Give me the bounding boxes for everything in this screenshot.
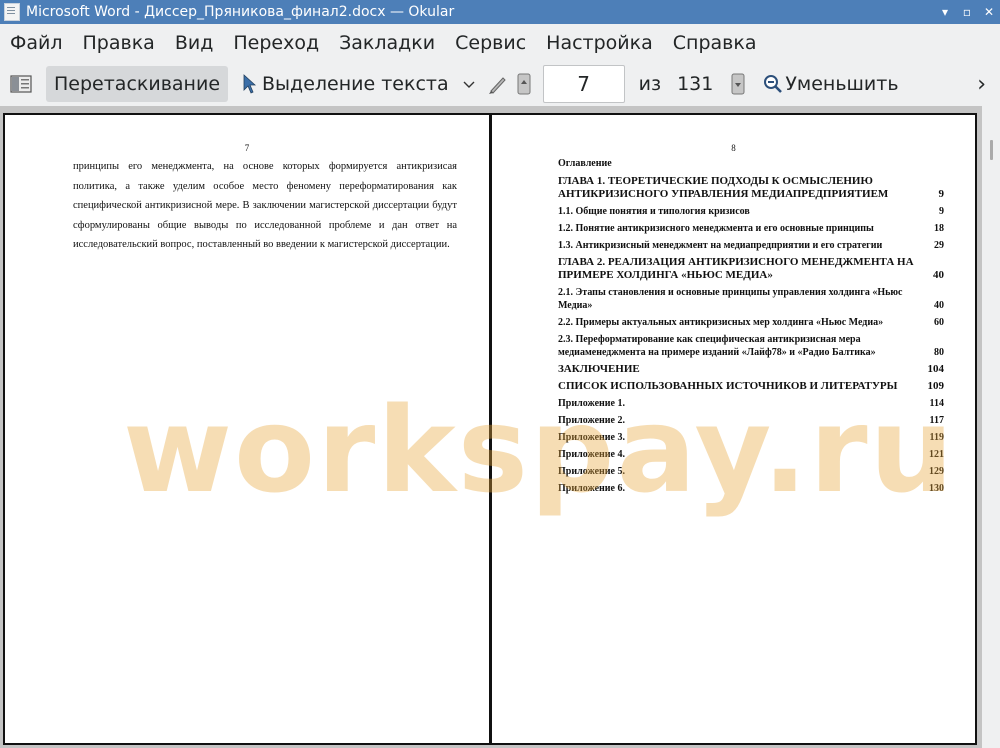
cursor-arrow-icon — [243, 74, 257, 94]
toc-entry: Приложение 6. 130 — [558, 483, 944, 494]
toc-entry: Приложение 4. 121 — [558, 449, 944, 460]
document-page-7: 7 принципы его менеджмента, на основе ко… — [3, 113, 491, 745]
menu-file[interactable]: Файл — [0, 32, 73, 54]
toc-entry: 2.3. Переформатирование как специфическа… — [558, 334, 944, 358]
zoom-out-label: Уменьшить — [785, 73, 899, 95]
toc-entry: ЗАКЛЮЧЕНИЕ 104 — [558, 363, 944, 375]
document-page-8: 8 Оглавление ГЛАВА 1. ТЕОРЕТИЧЕСКИЕ ПОДХ… — [490, 113, 977, 745]
toc-entry: Приложение 1. 114 — [558, 398, 944, 409]
menu-help[interactable]: Справка — [663, 32, 767, 54]
zoom-out-icon — [764, 75, 783, 93]
toc-entry: ГЛАВА 1. ТЕОРЕТИЧЕСКИЕ ПОДХОДЫ К ОСМЫСЛЕ… — [558, 175, 944, 200]
close-button[interactable]: ✕ — [978, 5, 1000, 19]
total-pages: 131 — [677, 73, 714, 95]
annotations-button[interactable] — [483, 66, 513, 102]
toc-entry: Приложение 5. 129 — [558, 466, 944, 477]
menu-bar: Файл Правка Вид Переход Закладки Сервис … — [0, 24, 1000, 62]
menu-settings[interactable]: Настройка — [536, 32, 663, 54]
toc-entry: Приложение 2. 117 — [558, 415, 944, 426]
minimize-button[interactable]: ▾ — [934, 5, 956, 19]
next-page-button[interactable] — [727, 66, 749, 102]
document-icon — [4, 3, 20, 21]
text-selection-tool-button[interactable]: Выделение текста — [234, 66, 483, 102]
maximize-button[interactable]: ▫ — [956, 5, 978, 19]
page-down-icon — [731, 73, 745, 95]
toc-title: Оглавление — [558, 158, 612, 169]
page-number-label: 7 — [244, 143, 250, 153]
chevron-down-icon[interactable] — [463, 79, 475, 89]
toc-entry: Приложение 3. 119 — [558, 432, 944, 443]
page-number-input[interactable]: 7 — [542, 65, 625, 103]
scrollbar-thumb[interactable] — [990, 140, 993, 160]
menu-go[interactable]: Переход — [223, 32, 329, 54]
toc-entry: ГЛАВА 2. РЕАЛИЗАЦИЯ АНТИКРИЗИСНОГО МЕНЕД… — [558, 256, 944, 281]
toc-entry: 2.1. Этапы становления и основные принци… — [558, 287, 944, 311]
menu-tools[interactable]: Сервис — [445, 32, 536, 54]
toc-entry: 1.1. Общие понятия и типология кризисов 9 — [558, 206, 944, 217]
toc-entry: 1.3. Антикризисный менеджмент на медиапр… — [558, 240, 944, 251]
page-body-text: принципы его менеджмента, на основе кото… — [73, 161, 457, 250]
pen-icon — [488, 77, 506, 94]
title-bar: Microsoft Word - Диссер_Пряникова_финал2… — [0, 0, 1000, 24]
text-selection-label: Выделение текста — [262, 73, 449, 95]
previous-page-button[interactable] — [513, 66, 535, 102]
toolbar-overflow-button[interactable]: › — [969, 66, 994, 102]
vertical-scrollbar[interactable] — [982, 106, 1000, 748]
toc-entry: 1.2. Понятие антикризисного менеджмента … — [558, 223, 944, 234]
sidebar-toggle-button[interactable] — [2, 66, 40, 102]
document-viewport[interactable]: 7 принципы его менеджмента, на основе ко… — [0, 106, 1000, 748]
toc-entry: СПИСОК ИСПОЛЬЗОВАННЫХ ИСТОЧНИКОВ И ЛИТЕР… — [558, 380, 944, 392]
main-toolbar: Перетаскивание Выделение текста 7 из 131 — [0, 62, 1000, 106]
toc-entry: 2.2. Примеры актуальных антикризисных ме… — [558, 317, 944, 328]
page-up-icon — [517, 73, 531, 95]
window-title: Microsoft Word - Диссер_Пряникова_финал2… — [26, 4, 455, 20]
menu-edit[interactable]: Правка — [73, 32, 165, 54]
sidebar-icon — [10, 75, 32, 93]
menu-bookmarks[interactable]: Закладки — [329, 32, 445, 54]
zoom-out-button[interactable]: Уменьшить — [755, 66, 906, 102]
browse-tool-button[interactable]: Перетаскивание — [46, 66, 229, 102]
page-number-label: 8 — [731, 143, 736, 153]
table-of-contents: Оглавление ГЛАВА 1. ТЕОРЕТИЧЕСКИЕ ПОДХОД… — [558, 158, 944, 499]
menu-view[interactable]: Вид — [165, 32, 224, 54]
of-label: из — [638, 73, 662, 95]
